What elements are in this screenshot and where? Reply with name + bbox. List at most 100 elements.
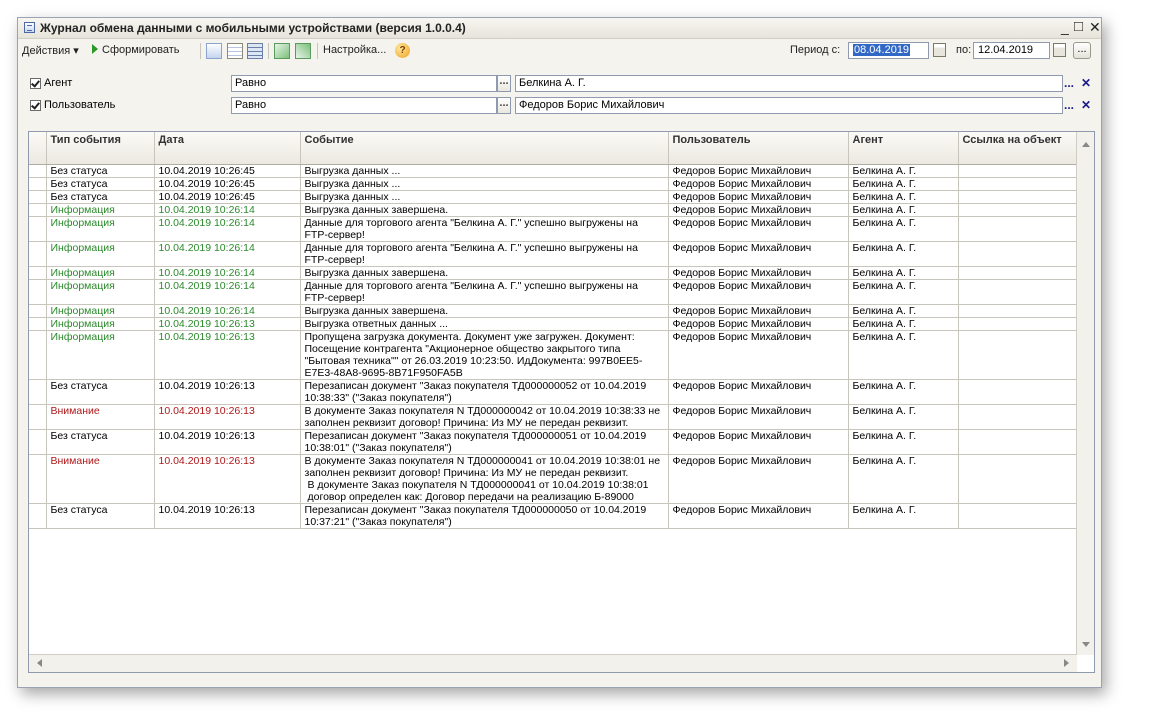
table-row[interactable]: Информация 10.04.2019 10:26:14 Выгрузка да…: [29, 266, 1078, 280]
period-to-input[interactable]: 12.04.2019: [973, 42, 1050, 59]
agent-select-button[interactable]: ...: [1064, 76, 1074, 90]
table-row[interactable]: Без статуса 10.04.2019 10:26:45 Выгрузка д…: [29, 164, 1078, 178]
table-icon[interactable]: [247, 43, 263, 59]
table-row[interactable]: Внимание 10.04.2019 10:26:13 В документе З…: [29, 454, 1078, 504]
cell-date: 10.04.2019 10:26:14: [154, 304, 301, 318]
agent-clear-icon[interactable]: ✕: [1081, 76, 1091, 90]
event-text: Выгрузка данных завершена.: [304, 203, 449, 216]
event-text: Выгрузка данных завершена.: [304, 304, 449, 317]
table-row[interactable]: Информация 10.04.2019 10:26:14 Данные для …: [29, 216, 1078, 242]
event-text: Выгрузка ответных данных ...: [304, 317, 448, 330]
event-text: Выгрузка данных ...: [304, 164, 401, 177]
user-clear-icon[interactable]: ✕: [1081, 98, 1091, 112]
cell-type: Внимание: [46, 454, 155, 504]
agent-checkbox[interactable]: [30, 78, 41, 89]
table-row[interactable]: Информация 10.04.2019 10:26:14 Данные для …: [29, 279, 1078, 305]
cell-user: Федоров Борис Михайлович: [668, 503, 849, 529]
cell-object-link: [958, 454, 1078, 504]
column-header-event[interactable]: Событие: [300, 132, 669, 165]
cell-date: 10.04.2019 10:26:14: [154, 279, 301, 305]
period-to-label: по:: [956, 44, 972, 56]
table-row[interactable]: Информация 10.04.2019 10:26:13 Выгрузка от…: [29, 317, 1078, 331]
table-row[interactable]: Без статуса 10.04.2019 10:26:13 Перезаписа…: [29, 429, 1078, 455]
column-header-agent[interactable]: Агент: [848, 132, 959, 165]
scroll-up-icon[interactable]: [1082, 142, 1090, 147]
cell-user: Федоров Борис Михайлович: [668, 177, 849, 191]
cell-event: Выгрузка данных завершена.: [300, 304, 669, 318]
scroll-right-icon[interactable]: [1064, 659, 1069, 667]
column-header-type[interactable]: Тип события: [46, 132, 155, 165]
user-condition-select-button[interactable]: ...: [497, 97, 511, 114]
table-row[interactable]: Без статуса 10.04.2019 10:26:13 Перезаписа…: [29, 379, 1078, 405]
row-gutter: [29, 454, 47, 504]
window-icon: [24, 22, 35, 33]
event-text: Выгрузка данных ...: [304, 190, 401, 203]
cell-object-link: [958, 429, 1078, 455]
column-header-object-link[interactable]: Ссылка на объект: [958, 132, 1078, 165]
cell-user: Федоров Борис Михайлович: [668, 241, 849, 267]
cell-user: Федоров Борис Михайлович: [668, 203, 849, 217]
cell-object-link: [958, 203, 1078, 217]
event-text: Данные для торгового агента "Белкина А. …: [304, 216, 638, 241]
table-row[interactable]: Информация 10.04.2019 10:26:14 Выгрузка да…: [29, 304, 1078, 318]
generate-button[interactable]: Сформировать: [92, 44, 180, 56]
cell-agent: Белкина А. Г.: [848, 317, 959, 331]
cell-event: Пропущена загрузка документа. Документ у…: [300, 330, 669, 380]
help-icon[interactable]: ?: [395, 43, 410, 58]
user-value-field[interactable]: Федоров Борис Михайлович: [515, 97, 1063, 114]
table-row[interactable]: Без статуса 10.04.2019 10:26:45 Выгрузка д…: [29, 190, 1078, 204]
cell-type: Информация: [46, 241, 155, 267]
table-row[interactable]: Информация 10.04.2019 10:26:13 Пропущена з…: [29, 330, 1078, 380]
row-gutter: [29, 241, 47, 267]
column-header-user[interactable]: Пользователь: [668, 132, 849, 165]
import-icon[interactable]: [274, 43, 290, 59]
agent-value-field[interactable]: Белкина А. Г.: [515, 75, 1063, 92]
cell-date: 10.04.2019 10:26:45: [154, 177, 301, 191]
cell-date: 10.04.2019 10:26:13: [154, 454, 301, 504]
calendar-icon[interactable]: [1053, 43, 1066, 57]
table-row[interactable]: Без статуса 10.04.2019 10:26:13 Перезаписа…: [29, 503, 1078, 529]
cell-agent: Белкина А. Г.: [848, 404, 959, 430]
minimize-button[interactable]: _: [1061, 19, 1069, 35]
user-condition-field[interactable]: Равно: [231, 97, 497, 114]
actions-menu[interactable]: Действия ▾: [22, 44, 79, 57]
agent-condition-field[interactable]: Равно: [231, 75, 497, 92]
cell-date: 10.04.2019 10:26:14: [154, 266, 301, 280]
close-button[interactable]: ✕: [1089, 19, 1101, 36]
horizontal-scrollbar[interactable]: [29, 654, 1077, 672]
cell-date: 10.04.2019 10:26:14: [154, 241, 301, 267]
tree-view-icon[interactable]: [206, 43, 222, 59]
scroll-down-icon[interactable]: [1082, 642, 1090, 647]
settings-button[interactable]: Настройка...: [323, 44, 386, 56]
maximize-button[interactable]: □: [1074, 18, 1083, 35]
cell-event: Данные для торгового агента "Белкина А. …: [300, 216, 669, 242]
cell-date: 10.04.2019 10:26:13: [154, 317, 301, 331]
report-icon[interactable]: [227, 43, 243, 59]
cell-user: Федоров Борис Михайлович: [668, 379, 849, 405]
scroll-left-icon[interactable]: [37, 659, 42, 667]
table-row[interactable]: Внимание 10.04.2019 10:26:13 В документе З…: [29, 404, 1078, 430]
period-from-input[interactable]: 08.04.2019: [848, 42, 929, 59]
cell-user: Федоров Борис Михайлович: [668, 404, 849, 430]
cell-type: Информация: [46, 266, 155, 280]
table-row[interactable]: Информация 10.04.2019 10:26:14 Выгрузка да…: [29, 203, 1078, 217]
user-select-button[interactable]: ...: [1064, 98, 1074, 112]
event-text: Пропущена загрузка документа. Документ у…: [304, 330, 643, 379]
vertical-scrollbar[interactable]: [1076, 132, 1094, 655]
cell-agent: Белкина А. Г.: [848, 429, 959, 455]
agent-condition-select-button[interactable]: ...: [497, 75, 511, 92]
export-icon[interactable]: [295, 43, 311, 59]
row-gutter: [29, 503, 47, 529]
cell-agent: Белкина А. Г.: [848, 177, 959, 191]
column-header-date[interactable]: Дата: [154, 132, 301, 165]
calendar-icon[interactable]: [933, 43, 946, 57]
table-row[interactable]: Информация 10.04.2019 10:26:14 Данные для …: [29, 241, 1078, 267]
cell-type: Внимание: [46, 404, 155, 430]
event-text: Перезаписан документ "Заказ покупателя Т…: [304, 429, 647, 454]
table-row[interactable]: Без статуса 10.04.2019 10:26:45 Выгрузка д…: [29, 177, 1078, 191]
cell-object-link: [958, 404, 1078, 430]
generate-label: Сформировать: [102, 44, 180, 56]
user-checkbox[interactable]: [30, 100, 41, 111]
period-select-button[interactable]: ...: [1073, 42, 1091, 59]
cell-date: 10.04.2019 10:26:45: [154, 190, 301, 204]
